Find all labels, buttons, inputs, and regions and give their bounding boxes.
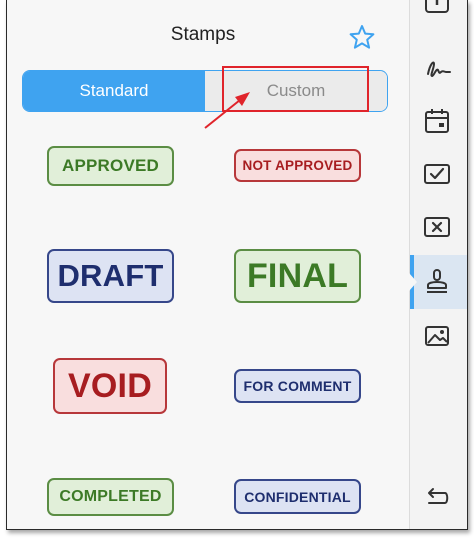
tool-sidebar <box>409 0 467 529</box>
signature-icon[interactable] <box>422 54 452 84</box>
app-window: Stamps Standard Custom APPROVED NOT APPR… <box>6 0 468 530</box>
calendar-icon[interactable] <box>422 106 452 136</box>
undo-icon[interactable] <box>422 483 452 513</box>
stamp-icon[interactable] <box>422 267 452 297</box>
stamp-draft[interactable]: DRAFT <box>47 249 174 303</box>
stamp-not-approved[interactable]: NOT APPROVED <box>234 149 361 182</box>
sidebar-active-notch <box>409 273 417 291</box>
stamp-completed[interactable]: COMPLETED <box>47 478 174 516</box>
stamp-void[interactable]: VOID <box>53 358 167 414</box>
image-icon[interactable] <box>422 321 452 351</box>
stamp-confidential[interactable]: CONFIDENTIAL <box>234 479 361 514</box>
stamp-approved[interactable]: APPROVED <box>47 146 174 186</box>
checkmark-stamp-icon[interactable] <box>422 159 452 189</box>
stamps-panel: Stamps Standard Custom APPROVED NOT APPR… <box>7 0 409 529</box>
calendar-partial-icon[interactable] <box>422 0 452 16</box>
x-stamp-icon[interactable] <box>422 212 452 242</box>
stamp-for-comment[interactable]: FOR COMMENT <box>234 369 361 403</box>
stamp-final[interactable]: FINAL <box>234 249 361 303</box>
